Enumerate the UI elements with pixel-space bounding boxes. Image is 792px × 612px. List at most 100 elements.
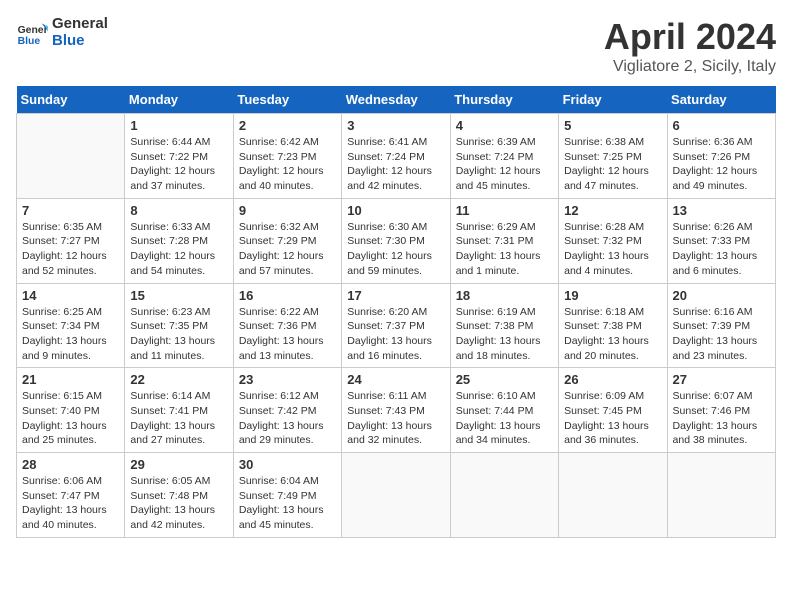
svg-text:General: General — [18, 25, 48, 36]
calendar-cell: 24Sunrise: 6:11 AMSunset: 7:43 PMDayligh… — [342, 368, 450, 453]
day-number: 16 — [239, 288, 336, 303]
calendar-cell: 4 Sunrise: 6:39 AMSunset: 7:24 PMDaylight… — [450, 114, 558, 199]
location-subtitle: Vigliatore 2, Sicily, Italy — [604, 58, 776, 76]
calendar-cell — [450, 453, 558, 538]
cell-info: Sunrise: 6:25 AMSunset: 7:34 PMDaylight:… — [22, 305, 119, 364]
day-number: 26 — [564, 372, 661, 387]
calendar-cell: 26 Sunrise: 6:09 AMSunset: 7:45 PMDayligh… — [559, 368, 667, 453]
cell-info: Sunrise: 6:22 AMSunset: 7:36 PMDaylight:… — [239, 305, 336, 364]
day-number: 28 — [22, 457, 119, 472]
day-number: 3 — [347, 118, 444, 133]
calendar-cell: 6Sunrise: 6:36 AMSunset: 7:26 PMDaylight… — [667, 114, 775, 199]
day-number: 14 — [22, 288, 119, 303]
weekday-header: Tuesday — [233, 86, 341, 114]
cell-info: Sunrise: 6:18 AMSunset: 7:38 PMDaylight:… — [564, 305, 661, 364]
cell-info: Sunrise: 6:09 AMSunset: 7:45 PMDaylight:… — [564, 389, 661, 448]
calendar-cell — [559, 453, 667, 538]
calendar-cell: 30 Sunrise: 6:04 AMSunset: 7:49 PMDayligh… — [233, 453, 341, 538]
day-number: 18 — [456, 288, 553, 303]
day-number: 10 — [347, 203, 444, 218]
cell-info: Sunrise: 6:23 AMSunset: 7:35 PMDaylight:… — [130, 305, 227, 364]
calendar-cell: 5 Sunrise: 6:38 AMSunset: 7:25 PMDaylight… — [559, 114, 667, 199]
cell-info: Sunrise: 6:41 AMSunset: 7:24 PMDaylight:… — [347, 135, 444, 194]
cell-info: Sunrise: 6:04 AMSunset: 7:49 PMDaylight:… — [239, 474, 336, 533]
day-number: 22 — [130, 372, 227, 387]
calendar-cell — [17, 114, 125, 199]
cell-info: Sunrise: 6:28 AMSunset: 7:32 PMDaylight:… — [564, 220, 661, 279]
cell-info: Sunrise: 6:15 AMSunset: 7:40 PMDaylight:… — [22, 389, 119, 448]
calendar-week-row: 1 Sunrise: 6:44 AMSunset: 7:22 PMDaylight… — [17, 114, 776, 199]
calendar-cell: 8 Sunrise: 6:33 AMSunset: 7:28 PMDaylight… — [125, 198, 233, 283]
calendar-cell: 25 Sunrise: 6:10 AMSunset: 7:44 PMDayligh… — [450, 368, 558, 453]
calendar-cell: 23 Sunrise: 6:12 AMSunset: 7:42 PMDayligh… — [233, 368, 341, 453]
day-number: 29 — [130, 457, 227, 472]
calendar-cell: 12Sunrise: 6:28 AMSunset: 7:32 PMDayligh… — [559, 198, 667, 283]
day-number: 7 — [22, 203, 119, 218]
cell-info: Sunrise: 6:12 AMSunset: 7:42 PMDaylight:… — [239, 389, 336, 448]
calendar-cell: 13 Sunrise: 6:26 AMSunset: 7:33 PMDayligh… — [667, 198, 775, 283]
day-number: 30 — [239, 457, 336, 472]
cell-info: Sunrise: 6:35 AMSunset: 7:27 PMDaylight:… — [22, 220, 119, 279]
calendar-cell: 9 Sunrise: 6:32 AMSunset: 7:29 PMDaylight… — [233, 198, 341, 283]
cell-info: Sunrise: 6:30 AMSunset: 7:30 PMDaylight:… — [347, 220, 444, 279]
calendar-cell — [342, 453, 450, 538]
calendar-cell: 3 Sunrise: 6:41 AMSunset: 7:24 PMDaylight… — [342, 114, 450, 199]
day-number: 13 — [673, 203, 770, 218]
cell-info: Sunrise: 6:19 AMSunset: 7:38 PMDaylight:… — [456, 305, 553, 364]
calendar-cell: 19 Sunrise: 6:18 AMSunset: 7:38 PMDayligh… — [559, 283, 667, 368]
cell-info: Sunrise: 6:39 AMSunset: 7:24 PMDaylight:… — [456, 135, 553, 194]
calendar-cell: 27 Sunrise: 6:07 AMSunset: 7:46 PMDayligh… — [667, 368, 775, 453]
logo-icon: General Blue — [16, 17, 48, 49]
calendar-cell: 2 Sunrise: 6:42 AMSunset: 7:23 PMDaylight… — [233, 114, 341, 199]
cell-info: Sunrise: 6:26 AMSunset: 7:33 PMDaylight:… — [673, 220, 770, 279]
day-number: 24 — [347, 372, 444, 387]
cell-info: Sunrise: 6:38 AMSunset: 7:25 PMDaylight:… — [564, 135, 661, 194]
day-number: 9 — [239, 203, 336, 218]
day-number: 5 — [564, 118, 661, 133]
calendar-cell: 16 Sunrise: 6:22 AMSunset: 7:36 PMDayligh… — [233, 283, 341, 368]
calendar-cell: 11 Sunrise: 6:29 AMSunset: 7:31 PMDayligh… — [450, 198, 558, 283]
calendar-cell: 10 Sunrise: 6:30 AMSunset: 7:30 PMDayligh… — [342, 198, 450, 283]
calendar-cell — [667, 453, 775, 538]
day-number: 25 — [456, 372, 553, 387]
day-number: 6 — [673, 118, 770, 133]
calendar-week-row: 28Sunrise: 6:06 AMSunset: 7:47 PMDayligh… — [17, 453, 776, 538]
calendar-week-row: 7 Sunrise: 6:35 AMSunset: 7:27 PMDaylight… — [17, 198, 776, 283]
day-number: 2 — [239, 118, 336, 133]
title-block: April 2024 Vigliatore 2, Sicily, Italy — [604, 16, 776, 76]
day-number: 11 — [456, 203, 553, 218]
calendar-cell: 1 Sunrise: 6:44 AMSunset: 7:22 PMDaylight… — [125, 114, 233, 199]
day-number: 4 — [456, 118, 553, 133]
cell-info: Sunrise: 6:32 AMSunset: 7:29 PMDaylight:… — [239, 220, 336, 279]
cell-info: Sunrise: 6:44 AMSunset: 7:22 PMDaylight:… — [130, 135, 227, 194]
cell-info: Sunrise: 6:16 AMSunset: 7:39 PMDaylight:… — [673, 305, 770, 364]
cell-info: Sunrise: 6:07 AMSunset: 7:46 PMDaylight:… — [673, 389, 770, 448]
weekday-header: Friday — [559, 86, 667, 114]
cell-info: Sunrise: 6:10 AMSunset: 7:44 PMDaylight:… — [456, 389, 553, 448]
day-number: 1 — [130, 118, 227, 133]
calendar-cell: 18 Sunrise: 6:19 AMSunset: 7:38 PMDayligh… — [450, 283, 558, 368]
calendar-table: SundayMondayTuesdayWednesdayThursdayFrid… — [16, 86, 776, 538]
calendar-cell: 20Sunrise: 6:16 AMSunset: 7:39 PMDayligh… — [667, 283, 775, 368]
day-number: 27 — [673, 372, 770, 387]
weekday-header: Wednesday — [342, 86, 450, 114]
calendar-cell: 29 Sunrise: 6:05 AMSunset: 7:48 PMDayligh… — [125, 453, 233, 538]
weekday-header: Monday — [125, 86, 233, 114]
calendar-cell: 7 Sunrise: 6:35 AMSunset: 7:27 PMDaylight… — [17, 198, 125, 283]
day-number: 21 — [22, 372, 119, 387]
day-number: 23 — [239, 372, 336, 387]
logo-line1: General — [52, 16, 108, 33]
calendar-cell: 22Sunrise: 6:14 AMSunset: 7:41 PMDayligh… — [125, 368, 233, 453]
cell-info: Sunrise: 6:29 AMSunset: 7:31 PMDaylight:… — [456, 220, 553, 279]
calendar-week-row: 21 Sunrise: 6:15 AMSunset: 7:40 PMDayligh… — [17, 368, 776, 453]
weekday-header: Sunday — [17, 86, 125, 114]
cell-info: Sunrise: 6:33 AMSunset: 7:28 PMDaylight:… — [130, 220, 227, 279]
cell-info: Sunrise: 6:42 AMSunset: 7:23 PMDaylight:… — [239, 135, 336, 194]
day-number: 8 — [130, 203, 227, 218]
day-number: 19 — [564, 288, 661, 303]
weekday-header: Thursday — [450, 86, 558, 114]
logo: General Blue General Blue — [16, 16, 108, 49]
svg-text:Blue: Blue — [18, 36, 41, 47]
page-header: General Blue General Blue April 2024 Vig… — [16, 16, 776, 76]
cell-info: Sunrise: 6:05 AMSunset: 7:48 PMDaylight:… — [130, 474, 227, 533]
